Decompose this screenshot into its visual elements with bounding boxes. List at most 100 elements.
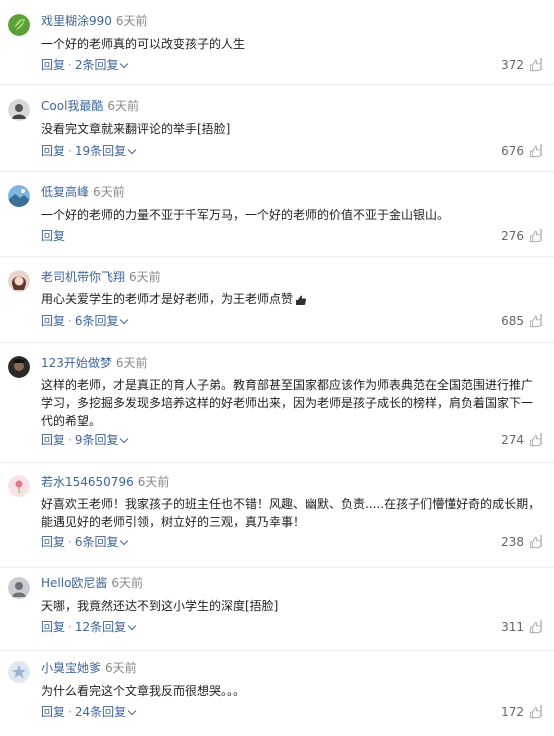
chevron-down-icon: [120, 434, 129, 444]
green-leaf-icon: [8, 14, 30, 36]
comment-text: 这样的老师，才是真正的育人子弟。教育部甚至国家都应该作为师表典范在全国范围进行推…: [41, 378, 534, 428]
replies-count-label: 9条回复: [74, 433, 119, 447]
chevron-down-icon: [127, 621, 137, 631]
reply-button[interactable]: 回复: [41, 620, 65, 634]
like-count: 676: [501, 144, 524, 158]
chevron-down-icon: [127, 145, 137, 155]
replies-count-label: 19条回复: [74, 144, 127, 158]
username[interactable]: 戏里糊涂990: [41, 14, 112, 28]
comment-text: 一个好的老师的力量不亚于千军万马，一个好的老师的价值不亚于金山银山。: [41, 208, 450, 222]
like-count: 372: [501, 58, 524, 72]
view-replies-button[interactable]: 9条回复: [74, 433, 129, 447]
comment-text: 一个好的老师真的可以改变孩子的人生: [41, 37, 246, 51]
like-count: 276: [501, 229, 524, 243]
chevron-down-icon: [120, 59, 129, 69]
replies-count-label: 6条回复: [74, 314, 119, 328]
divider-mark: [540, 620, 542, 632]
reply-button[interactable]: 回复: [41, 58, 65, 72]
comment-text: 好喜欢王老师！我家孩子的班主任也不错！风趣、幽默、负责.....在孩子们懵懂好奇…: [41, 497, 541, 529]
replies-count-label: 2条回复: [74, 58, 119, 72]
username[interactable]: 低复高峰: [41, 185, 89, 199]
gray-person-icon: [8, 577, 30, 599]
username[interactable]: 老司机带你飞翔: [41, 270, 125, 284]
timestamp: 6天前: [129, 270, 161, 284]
timestamp: 6天前: [93, 185, 125, 199]
chevron-down-icon: [120, 536, 129, 546]
timestamp: 6天前: [137, 475, 170, 489]
divider-mark: [540, 314, 542, 326]
reply-button[interactable]: 回复: [41, 705, 65, 719]
avatar[interactable]: [8, 270, 30, 292]
chevron-down-icon: [127, 706, 137, 716]
reply-button[interactable]: 回复: [41, 144, 65, 158]
replies-count-label: 12条回复: [74, 620, 127, 634]
comment-item: 若水154650796 6天前 好喜欢王老师！我家孩子的班主任也不错！风趣、幽默、…: [0, 463, 554, 568]
divider-mark: [540, 58, 542, 70]
replies-count-label: 24条回复: [74, 705, 127, 719]
timestamp: 6天前: [107, 99, 140, 113]
username[interactable]: 小臭宝她爹: [41, 661, 101, 675]
username[interactable]: 若水154650796: [41, 475, 134, 489]
separator-dot: ·: [68, 144, 72, 158]
separator-dot: ·: [68, 620, 72, 634]
timestamp: 6天前: [111, 576, 144, 590]
like-count: 274: [501, 433, 524, 447]
separator-dot: ·: [68, 314, 72, 328]
divider-mark: [540, 705, 542, 717]
avatar[interactable]: [8, 356, 30, 378]
comment-text: 用心关爱学生的老师才是好老师，为王老师点赞: [41, 292, 294, 306]
timestamp: 6天前: [115, 14, 148, 28]
avatar[interactable]: [8, 577, 30, 599]
comment-text: 天哪，我竟然还达不到这小学生的深度[捂脸]: [41, 599, 279, 613]
reply-button[interactable]: 回复: [41, 229, 65, 243]
avatar[interactable]: [8, 99, 30, 121]
divider-mark: [540, 229, 542, 241]
separator-dot: ·: [68, 433, 72, 447]
chevron-down-icon: [120, 315, 129, 325]
separator-dot: ·: [68, 58, 72, 72]
separator-dot: ·: [68, 705, 72, 719]
divider-mark: [540, 535, 542, 547]
like-count: 172: [501, 705, 524, 719]
comment-item: 低复高峰 6天前 一个好的老师的力量不亚于千军万马，一个好的老师的价值不亚于金山银…: [0, 172, 554, 257]
view-replies-button[interactable]: 24条回复: [74, 705, 137, 719]
person-dark-icon: [8, 99, 30, 121]
view-replies-button[interactable]: 6条回复: [74, 535, 129, 549]
divider-mark: [540, 144, 542, 156]
thumbs-up-emoji-icon: [296, 295, 307, 305]
avatar[interactable]: [8, 14, 30, 36]
divider-mark: [540, 433, 542, 445]
like-count: 238: [501, 535, 524, 549]
reply-button[interactable]: 回复: [41, 535, 65, 549]
username[interactable]: Hello欧尼酱: [41, 576, 107, 590]
view-replies-button[interactable]: 19条回复: [74, 144, 137, 158]
girl-portrait-icon: [8, 270, 30, 292]
pink-flower-icon: [8, 475, 30, 497]
timestamp: 6天前: [105, 661, 137, 675]
reply-button[interactable]: 回复: [41, 433, 65, 447]
landscape-icon: [8, 185, 30, 207]
comment-item: 小臭宝她爹 6天前 为什么看完这个文章我反而很想哭。。。 回复 · 24条回复 172: [0, 651, 554, 736]
username[interactable]: Cool我最酷: [41, 99, 103, 113]
comment-text: 为什么看完这个文章我反而很想哭。。。: [41, 684, 246, 698]
avatar[interactable]: [8, 661, 30, 683]
view-replies-button[interactable]: 2条回复: [74, 58, 129, 72]
comment-item: 戏里糊涂990 6天前 一个好的老师真的可以改变孩子的人生 回复 · 2条回复 372: [0, 0, 554, 85]
reply-button[interactable]: 回复: [41, 314, 65, 328]
comment-item: 123开始做梦 6天前 这样的老师，才是真正的育人子弟。教育部甚至国家都应该作为师…: [0, 343, 554, 463]
comment-list: 戏里糊涂990 6天前 一个好的老师真的可以改变孩子的人生 回复 · 2条回复 372…: [0, 0, 554, 736]
like-count: 685: [501, 314, 524, 328]
comment-item: Cool我最酷 6天前 没看完文章就来翻评论的举手[捂脸] 回复 · 19条回复 67…: [0, 85, 554, 172]
replies-count-label: 6条回复: [74, 535, 119, 549]
avatar[interactable]: [8, 185, 30, 207]
avatar[interactable]: [8, 475, 30, 497]
comment-item: 老司机带你飞翔 6天前 用心关爱学生的老师才是好老师，为王老师点赞 回复 · 6条回复…: [0, 257, 554, 343]
separator-dot: ·: [68, 535, 72, 549]
like-count: 311: [501, 620, 524, 634]
view-replies-button[interactable]: 12条回复: [74, 620, 137, 634]
view-replies-button[interactable]: 6条回复: [74, 314, 129, 328]
username[interactable]: 123开始做梦: [41, 356, 112, 370]
comment-text: 没看完文章就来翻评论的举手[捂脸]: [41, 122, 231, 136]
blue-star-icon: [8, 661, 30, 683]
timestamp: 6天前: [115, 356, 148, 370]
